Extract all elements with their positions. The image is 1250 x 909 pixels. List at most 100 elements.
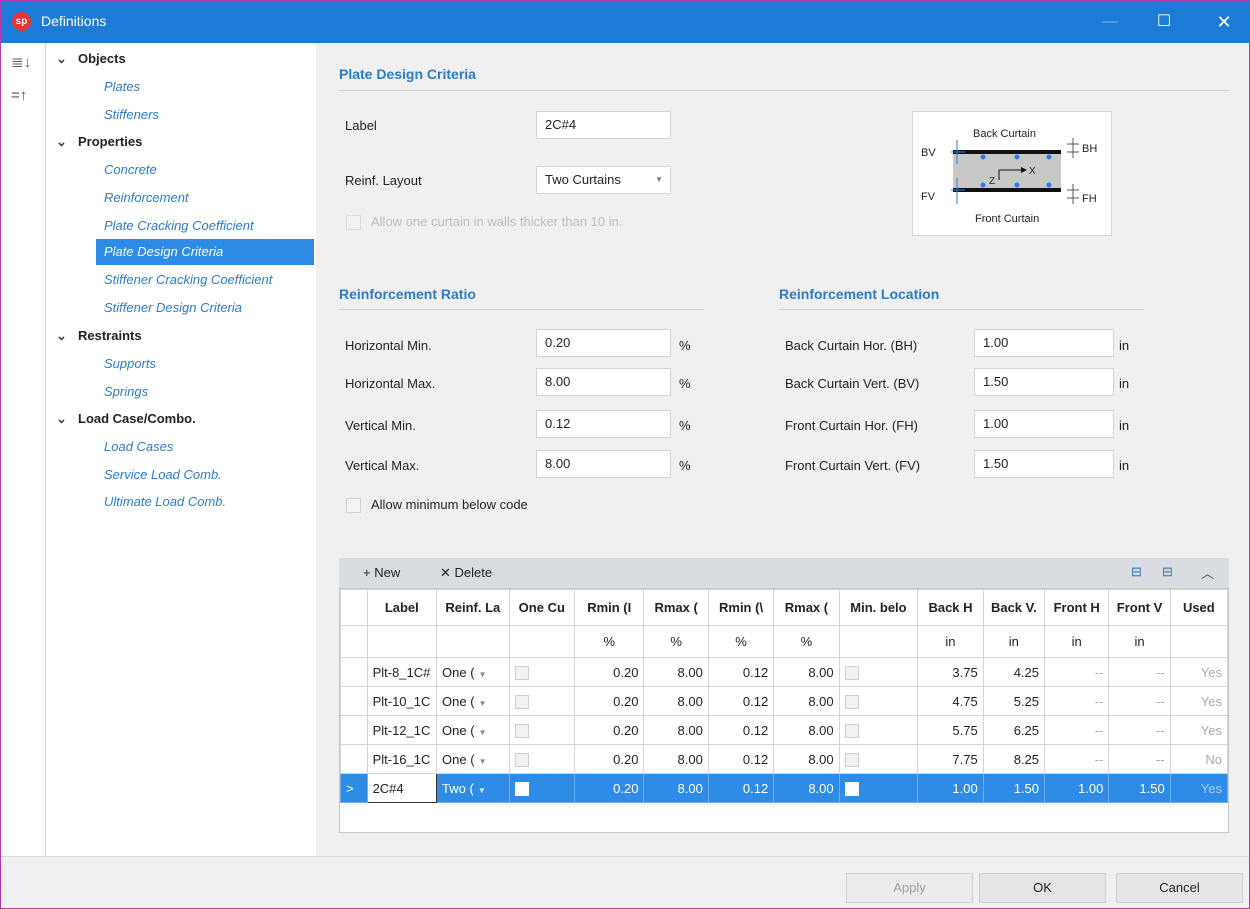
chevron-up-icon[interactable]: ︿ (1201, 563, 1214, 582)
rmin-v-cell[interactable]: 0.12 (707, 715, 775, 745)
back-h-cell[interactable]: 4.75 (917, 686, 984, 716)
rmax-h-cell[interactable]: 8.00 (643, 686, 709, 716)
front-h-cell[interactable]: -- (1043, 657, 1110, 687)
fit-rows-icon[interactable]: ⊟ (1131, 564, 1142, 580)
table-row[interactable]: Plt-16_1C One (▼ 0.20 8.00 0.12 8.00 7.7… (340, 744, 1229, 774)
checkbox[interactable] (844, 723, 859, 738)
rmin-h-cell[interactable]: 0.20 (573, 657, 645, 687)
column-header[interactable]: Min. belo (838, 589, 919, 626)
checkbox[interactable] (514, 694, 529, 709)
front-h-cell[interactable]: -- (1043, 686, 1110, 716)
rmax-v-cell[interactable]: 8.00 (773, 715, 840, 745)
table-row[interactable]: Plt-8_1C# One (▼ 0.20 8.00 0.12 8.00 3.7… (340, 657, 1229, 687)
checkbox[interactable] (844, 781, 859, 796)
rmax-v-cell[interactable]: 8.00 (773, 657, 840, 687)
back-v-cell[interactable]: 1.50 (982, 773, 1046, 803)
tree-group-properties[interactable]: ⌄ Properties (56, 134, 142, 150)
back-h-cell[interactable]: 7.75 (917, 744, 984, 774)
rmin-v-cell[interactable]: 0.12 (707, 744, 775, 774)
layout-cell[interactable]: One (▼ (436, 715, 510, 745)
allow-min-checkbox[interactable] (346, 498, 361, 513)
tree-group-objects[interactable]: ⌄ Objects (56, 51, 126, 67)
tree-item-concrete[interactable]: Concrete (96, 157, 314, 183)
fit-columns-icon[interactable]: ⊟ (1162, 564, 1173, 580)
one-curtain-cell[interactable] (508, 744, 575, 774)
one-curtain-checkbox[interactable] (346, 215, 361, 230)
close-button[interactable]: ✕ (1201, 1, 1247, 43)
label-cell[interactable]: Plt-16_1C (366, 744, 438, 774)
new-button[interactable]: + New (363, 565, 400, 580)
checkbox[interactable] (514, 723, 529, 738)
tree-item-load-cases[interactable]: Load Cases (96, 434, 314, 460)
tree-item-stiffener-design[interactable]: Stiffener Design Criteria (96, 295, 314, 321)
column-header[interactable]: Back V. (982, 589, 1046, 626)
column-header[interactable]: One Cu (508, 589, 575, 626)
back-h-cell[interactable]: 1.00 (917, 773, 984, 803)
ok-button[interactable]: OK (979, 873, 1106, 903)
tree-item-plates[interactable]: Plates (96, 74, 314, 100)
rmin-h-cell[interactable]: 0.20 (573, 686, 645, 716)
min-below-cell[interactable] (838, 715, 919, 745)
fh-input[interactable]: 1.00 (974, 410, 1114, 438)
label-input[interactable]: 2C#4 (536, 111, 671, 139)
one-curtain-cell[interactable] (508, 657, 575, 687)
label-cell[interactable]: Plt-12_1C (366, 715, 438, 745)
horizontal-max-input[interactable]: 8.00 (536, 368, 671, 396)
delete-button[interactable]: ✕ Delete (440, 565, 492, 581)
label-cell[interactable]: Plt-10_1C (366, 686, 438, 716)
expand-all-icon[interactable]: ≣↓ (11, 53, 35, 75)
rmax-h-cell[interactable]: 8.00 (643, 657, 709, 687)
tree-group-load-case[interactable]: ⌄ Load Case/Combo. (56, 411, 196, 427)
back-h-cell[interactable]: 5.75 (917, 715, 984, 745)
front-v-cell[interactable]: -- (1108, 686, 1171, 716)
title-bar[interactable]: sp Definitions — ☐ ✕ (1, 1, 1249, 43)
column-header[interactable]: Rmin (I (573, 589, 645, 626)
column-header[interactable]: Front V (1108, 589, 1171, 626)
rmin-v-cell[interactable]: 0.12 (707, 657, 775, 687)
vertical-max-input[interactable]: 8.00 (536, 450, 671, 478)
one-curtain-cell[interactable] (508, 686, 575, 716)
row-header[interactable] (340, 686, 368, 716)
rmin-h-cell[interactable]: 0.20 (573, 773, 645, 803)
back-h-cell[interactable]: 3.75 (917, 657, 984, 687)
tree-item-stiffener-cracking[interactable]: Stiffener Cracking Coefficient (96, 267, 314, 293)
collapse-all-icon[interactable]: =↑ (11, 87, 35, 109)
checkbox[interactable] (514, 665, 529, 680)
front-v-cell[interactable]: -- (1108, 744, 1171, 774)
back-v-cell[interactable]: 8.25 (982, 744, 1046, 774)
column-header[interactable]: Used (1169, 589, 1229, 626)
min-below-cell[interactable] (838, 657, 919, 687)
tree-item-stiffeners[interactable]: Stiffeners (96, 102, 314, 128)
tree-item-service-comb[interactable]: Service Load Comb. (96, 462, 314, 488)
rmin-h-cell[interactable]: 0.20 (573, 715, 645, 745)
front-v-cell[interactable]: -- (1108, 715, 1171, 745)
rmax-h-cell[interactable]: 8.00 (643, 773, 709, 803)
cancel-button[interactable]: Cancel (1116, 873, 1243, 903)
tree-item-plate-design-criteria[interactable]: Plate Design Criteria (96, 239, 314, 265)
bh-input[interactable]: 1.00 (974, 329, 1114, 357)
row-header-current[interactable]: > (340, 773, 368, 803)
rmax-v-cell[interactable]: 8.00 (773, 686, 840, 716)
front-h-cell[interactable]: -- (1043, 744, 1110, 774)
front-v-cell[interactable]: 1.50 (1108, 773, 1171, 803)
column-header[interactable]: Rmin (\ (707, 589, 775, 626)
column-header[interactable]: Front H (1043, 589, 1110, 626)
maximize-button[interactable]: ☐ (1141, 1, 1187, 43)
bv-input[interactable]: 1.50 (974, 368, 1114, 396)
fv-input[interactable]: 1.50 (974, 450, 1114, 478)
one-curtain-cell[interactable] (508, 715, 575, 745)
min-below-cell[interactable] (838, 686, 919, 716)
minimize-button[interactable]: — (1087, 1, 1133, 43)
row-header[interactable] (340, 657, 368, 687)
rmin-v-cell[interactable]: 0.12 (707, 773, 775, 803)
rmin-v-cell[interactable]: 0.12 (707, 686, 775, 716)
min-below-cell[interactable] (838, 744, 919, 774)
layout-cell[interactable]: One (▼ (436, 657, 510, 687)
checkbox[interactable] (514, 752, 529, 767)
horizontal-min-input[interactable]: 0.20 (536, 329, 671, 357)
column-header[interactable]: Back H (917, 589, 984, 626)
rmax-v-cell[interactable]: 8.00 (773, 773, 840, 803)
layout-cell[interactable]: One (▼ (436, 744, 510, 774)
column-header[interactable]: Rmax ( (773, 589, 840, 626)
back-v-cell[interactable]: 5.25 (982, 686, 1046, 716)
